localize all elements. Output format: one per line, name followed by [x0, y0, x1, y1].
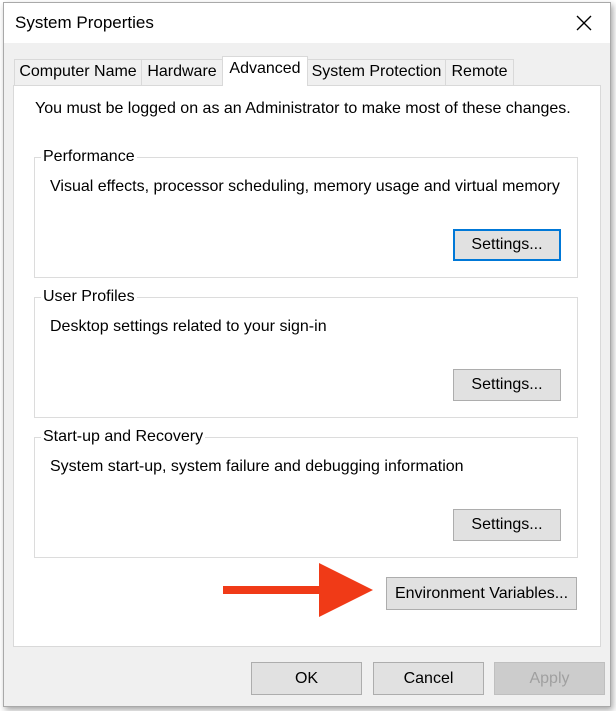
- window-title: System Properties: [15, 13, 154, 32]
- startup-recovery-group: Start-up and Recovery System start-up, s…: [34, 428, 578, 558]
- tab-hardware[interactable]: Hardware: [141, 59, 223, 85]
- startup-recovery-description: System start-up, system failure and debu…: [50, 458, 464, 475]
- tab-computer-name[interactable]: Computer Name: [14, 59, 142, 85]
- environment-variables-button[interactable]: Environment Variables...: [386, 577, 577, 610]
- cancel-button[interactable]: Cancel: [373, 662, 484, 695]
- startup-recovery-group-title: Start-up and Recovery: [41, 428, 206, 446]
- admin-notice: You must be logged on as an Administrato…: [35, 100, 571, 117]
- title-bar[interactable]: System Properties: [4, 3, 610, 43]
- performance-description: Visual effects, processor scheduling, me…: [50, 178, 560, 195]
- tab-remote[interactable]: Remote: [445, 59, 514, 85]
- user-profiles-group-title: User Profiles: [41, 288, 137, 306]
- user-profiles-description: Desktop settings related to your sign-in: [50, 318, 327, 335]
- ok-button[interactable]: OK: [251, 662, 362, 695]
- user-profiles-group: User Profiles Desktop settings related t…: [34, 288, 578, 418]
- performance-group-title: Performance: [41, 148, 137, 166]
- red-arrow-icon: [223, 563, 373, 617]
- apply-button[interactable]: Apply: [494, 662, 605, 695]
- tab-strip: Computer Name Hardware Advanced System P…: [4, 43, 610, 86]
- tab-system-protection[interactable]: System Protection: [307, 59, 446, 85]
- performance-settings-button[interactable]: Settings...: [453, 229, 561, 261]
- tab-advanced[interactable]: Advanced: [222, 56, 308, 86]
- close-icon: [576, 15, 592, 31]
- close-button[interactable]: [562, 6, 606, 40]
- user-profiles-settings-button[interactable]: Settings...: [453, 369, 561, 401]
- performance-group: Performance Visual effects, processor sc…: [34, 148, 578, 278]
- startup-recovery-settings-button[interactable]: Settings...: [453, 509, 561, 541]
